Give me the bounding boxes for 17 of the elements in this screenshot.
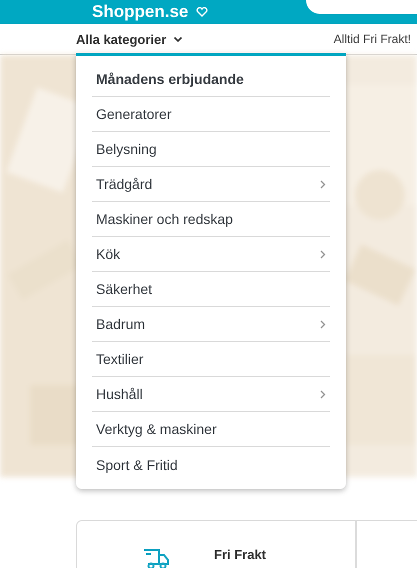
menu-item[interactable]: Hushåll [92, 377, 330, 412]
menu-item[interactable]: Maskiner och redskap [92, 202, 330, 237]
menu-item[interactable]: Textilier [92, 342, 330, 377]
promo-text: Alltid Fri Frakt! [334, 32, 411, 46]
menu-item[interactable]: Månadens erbjudande [92, 62, 330, 97]
menu-item[interactable]: Trädgård [92, 167, 330, 202]
menu-item[interactable]: Verktyg & maskiner [92, 412, 330, 447]
truck-icon [143, 547, 169, 568]
menu-item[interactable]: Belysning [92, 132, 330, 167]
menu-item[interactable]: Generatorer [92, 97, 330, 132]
menu-item[interactable]: Sport & Fritid [92, 447, 330, 482]
menu-item[interactable]: Säkerhet [92, 272, 330, 307]
categories-button[interactable]: Alla kategorier [76, 32, 184, 46]
menu-item[interactable]: Badrum [92, 307, 330, 342]
feature-title: Fri Frakt [214, 547, 266, 562]
menu-item[interactable]: Kök [92, 237, 330, 272]
heart-icon [196, 7, 208, 17]
